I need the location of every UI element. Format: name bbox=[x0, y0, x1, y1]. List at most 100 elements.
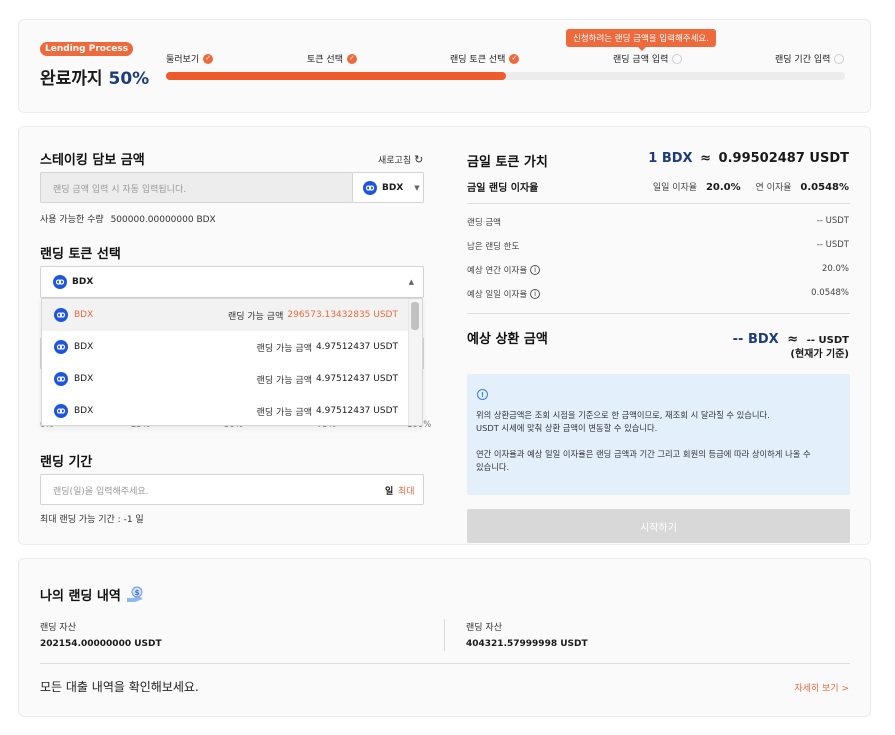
daily-rate-label: 일일 이자율 bbox=[652, 183, 698, 193]
period-title: 랜딩 기간 bbox=[40, 455, 93, 470]
check-icon: ✓ bbox=[203, 53, 214, 64]
history-left-label: 랜딩 자산 bbox=[40, 623, 76, 633]
rate-label: 금일 랜딩 이자율 bbox=[467, 183, 539, 194]
notice-line: 있습니다. bbox=[476, 462, 510, 472]
token-value-left: 1 BDX bbox=[648, 151, 693, 166]
lending-form-card: 스테이킹 담보 금액 새로고침 ↻ 랜딩 금액 입력 시 자동 입력됩니다. B… bbox=[18, 126, 871, 545]
step-label: 랜딩 기간 입력 bbox=[775, 55, 831, 65]
summary-row-value: -- USDT bbox=[816, 240, 849, 250]
step-label: 둘러보기 bbox=[166, 55, 200, 65]
divider bbox=[40, 663, 850, 664]
info-icon[interactable]: i bbox=[530, 289, 541, 299]
summary-row-value: 20.0% bbox=[821, 264, 849, 274]
lending-process-badge: Lending Process bbox=[40, 42, 134, 56]
dropdown-option[interactable]: BDX 랜딩 가능 금액 4.97512437 USDT bbox=[42, 363, 408, 395]
history-title: 나의 랜딩 내역 bbox=[40, 589, 121, 604]
period-placeholder: 랜딩(일)을 입력해주세요. bbox=[53, 487, 149, 497]
option-amount-label: 랜딩 가능 금액 bbox=[256, 343, 313, 354]
progress-percent: 50% bbox=[108, 69, 150, 89]
bdx-coin-icon bbox=[363, 180, 377, 195]
lending-token-title: 랜딩 토큰 선택 bbox=[40, 247, 121, 262]
bdx-coin-icon bbox=[54, 404, 68, 418]
dropdown-scrollbar-thumb[interactable] bbox=[411, 302, 419, 330]
chevron-up-icon: ▲ bbox=[408, 278, 414, 286]
chevron-down-icon: ▼ bbox=[414, 183, 420, 192]
check-icon: ✓ bbox=[509, 53, 520, 64]
refresh-label: 새로고침 bbox=[378, 156, 412, 166]
history-right-value: 404321.57999998 USDT bbox=[466, 639, 588, 649]
available-value: 500000.00000000 BDX bbox=[110, 215, 216, 225]
repay-note: (현재가 기준) bbox=[790, 349, 849, 360]
step-label: 토큰 선택 bbox=[307, 55, 343, 65]
option-name: BDX bbox=[74, 406, 94, 416]
info-icon[interactable]: i bbox=[530, 265, 541, 275]
dropdown-option[interactable]: BDX 랜딩 가능 금액 4.97512437 USDT bbox=[42, 331, 408, 363]
divider bbox=[467, 203, 850, 204]
option-amount-label: 랜딩 가능 금액 bbox=[227, 311, 284, 322]
svg-text:$: $ bbox=[134, 589, 139, 597]
option-name: BDX bbox=[74, 374, 94, 384]
summary-row-label: 예상 연간 이자율 bbox=[467, 266, 528, 276]
start-button[interactable]: 시작하기 bbox=[467, 509, 850, 543]
divider bbox=[467, 313, 850, 314]
history-left-value: 202154.00000000 USDT bbox=[40, 639, 162, 649]
info-circle-icon: ! bbox=[477, 389, 488, 400]
lending-token-dropdown: BDX 랜딩 가능 금액 296573.13432835 USDT BDX 랜딩… bbox=[41, 298, 423, 426]
bdx-coin-icon bbox=[54, 308, 68, 322]
staking-amount-placeholder: 랜딩 금액 입력 시 자동 입력됩니다. bbox=[53, 185, 187, 195]
step-lending-amount: 랜딩 금액 입력 bbox=[613, 52, 683, 65]
summary-row-label: 예상 일일 이자율 bbox=[467, 290, 528, 300]
step-tooltip: 신청하려는 랜딩 금액을 입력해주세요. bbox=[566, 26, 716, 51]
period-unit: 일 bbox=[385, 487, 394, 497]
available-label: 사용 가능한 수량 bbox=[40, 215, 104, 225]
check-icon: ✓ bbox=[346, 53, 357, 64]
period-max-button[interactable]: 최대 bbox=[398, 484, 415, 497]
notice-line: USDT 시세에 맞춰 상환 금액이 변동할 수 있습니다. bbox=[476, 423, 658, 433]
option-amount: 296573.13432835 USDT bbox=[287, 310, 398, 320]
tooltip-arrow bbox=[638, 47, 646, 51]
pending-circle-icon bbox=[672, 53, 683, 64]
history-card: 나의 랜딩 내역 $ 랜딩 자산 202154.00000000 USDT 랜딩… bbox=[18, 558, 871, 717]
notice-line: 연간 이자율과 예상 일일 이자율은 랜딩 금액과 기간 그리고 회원의 등급에… bbox=[476, 449, 811, 459]
option-amount: 4.97512437 USDT bbox=[316, 374, 398, 384]
summary-row-value: -- USDT bbox=[816, 216, 849, 226]
lending-token-selected: BDX bbox=[72, 277, 94, 287]
summary-row-label: 남은 랜딩 한도 bbox=[467, 242, 520, 252]
step-lending-period: 랜딩 기간 입력 bbox=[775, 52, 845, 65]
history-right-label: 랜딩 자산 bbox=[466, 623, 502, 633]
refresh-button[interactable]: 새로고침 ↻ bbox=[378, 153, 423, 166]
history-title-wrap: 나의 랜딩 내역 $ bbox=[40, 585, 145, 604]
step-label: 랜딩 토큰 선택 bbox=[450, 55, 506, 65]
dropdown-option[interactable]: BDX 랜딩 가능 금액 4.97512437 USDT bbox=[42, 395, 408, 425]
progress-fill bbox=[166, 72, 506, 80]
period-note: 최대 랜딩 가능 기간 : -1 일 bbox=[40, 515, 144, 525]
token-value: 1 BDX ≈ 0.99502487 USDT bbox=[648, 151, 849, 166]
lending-token-select[interactable]: BDX ▲ bbox=[40, 266, 424, 298]
token-value-label: 금일 토큰 가치 bbox=[467, 155, 548, 170]
option-amount: 4.97512437 USDT bbox=[316, 342, 398, 352]
daily-rate: 20.0% bbox=[705, 182, 741, 193]
option-name: BDX bbox=[74, 310, 94, 320]
dropdown-option[interactable]: BDX 랜딩 가능 금액 296573.13432835 USDT bbox=[42, 299, 408, 331]
step-token-select: 토큰 선택 ✓ bbox=[307, 52, 357, 65]
rate-values: 일일 이자율 20.0% 연 이자율 0.0548% bbox=[653, 180, 849, 193]
bdx-coin-icon bbox=[54, 340, 68, 354]
staking-title: 스테이킹 담보 금액 bbox=[40, 153, 145, 168]
staking-amount-input[interactable]: 랜딩 금액 입력 시 자동 입력됩니다. bbox=[40, 172, 353, 203]
staking-token-select[interactable]: BDX ▼ bbox=[352, 172, 424, 203]
notice-line: 위의 상환금액은 조회 시점을 기준으로 한 금액이므로, 재조회 시 달라질 … bbox=[476, 410, 770, 420]
bdx-coin-icon bbox=[53, 275, 67, 289]
period-input[interactable]: 랜딩(일)을 입력해주세요. 일 최대 bbox=[40, 474, 424, 505]
option-amount-label: 랜딩 가능 금액 bbox=[256, 375, 313, 386]
step-tooltip-text: 신청하려는 랜딩 금액을 입력해주세요. bbox=[566, 29, 716, 47]
option-amount-label: 랜딩 가능 금액 bbox=[256, 407, 313, 418]
progress-title-text: 완료까지 bbox=[40, 69, 103, 89]
summary-row-label: 랜딩 금액 bbox=[467, 218, 501, 228]
progress-card: Lending Process 완료까지 50% 신청하려는 랜딩 금액을 입력… bbox=[18, 19, 871, 113]
history-divider-vertical bbox=[444, 619, 445, 651]
money-hand-icon: $ bbox=[125, 586, 145, 604]
summary-row-value: 0.0548% bbox=[811, 288, 849, 298]
approx-symbol: ≈ bbox=[700, 151, 712, 166]
more-link[interactable]: 자세히 보기 > bbox=[794, 681, 849, 694]
repay-label: 예상 상환 금액 bbox=[467, 332, 548, 347]
